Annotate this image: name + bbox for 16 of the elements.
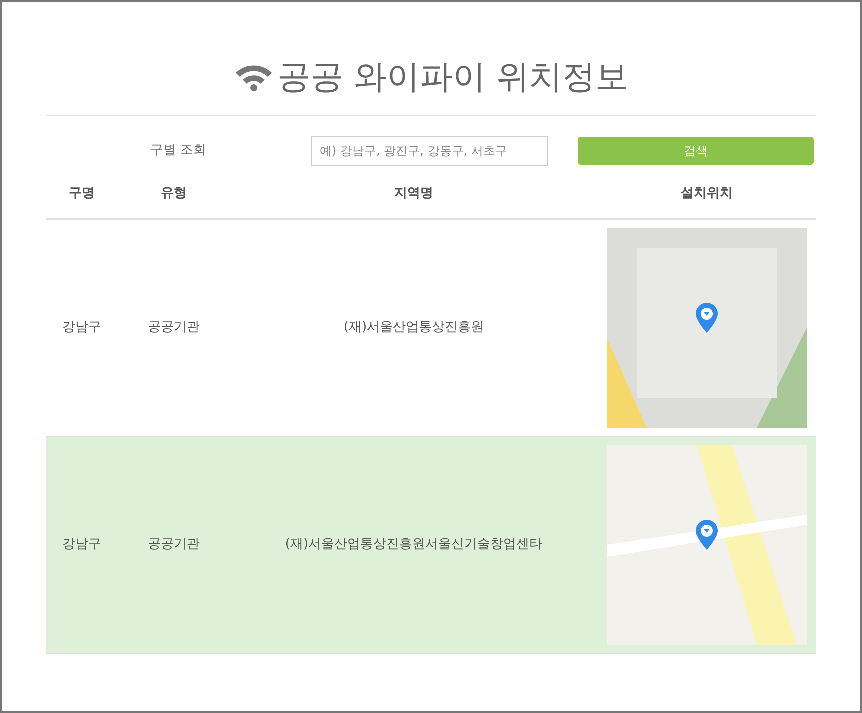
page-title: 공공 와이파이 위치정보 <box>278 60 628 93</box>
search-label: 구별 조회 <box>149 142 208 160</box>
column-header: 유형 <box>160 185 188 203</box>
search-button[interactable]: 검색 <box>578 137 814 165</box>
table-cell-text: 강남구 <box>62 536 102 554</box>
map-pin-icon <box>695 302 719 334</box>
table-cell-text: (재)서울산업통상진흥원서울신기술창업센타 <box>284 536 544 554</box>
table-cell-text: 강남구 <box>62 319 102 338</box>
column-header: 구명 <box>68 185 96 203</box>
column-header: 설치위치 <box>680 185 734 203</box>
table-cell-text: 공공기관 <box>147 319 201 338</box>
table-cell-text: 공공기관 <box>147 536 201 554</box>
column-header: 지역명 <box>394 185 434 203</box>
map-pin-icon <box>695 519 719 551</box>
search-field[interactable]: 예) 강남구, 광진구, 강동구, 서초구 <box>311 136 548 166</box>
table-cell-text: (재)서울산업통상진흥원 <box>342 319 486 338</box>
